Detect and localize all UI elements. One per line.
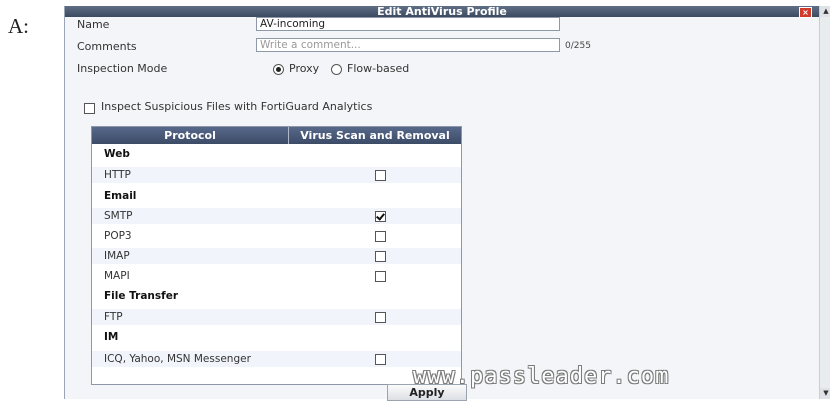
table-row: MAPI (92, 268, 461, 284)
protocol-label: HTTP (104, 169, 131, 181)
group-label: Email (104, 190, 137, 202)
edit-antivirus-profile-dialog: Edit AntiVirus Profile × ▲ ▼ Name AV-inc… (64, 6, 830, 401)
protocol-label: SMTP (104, 210, 133, 222)
group-label: Web (104, 148, 130, 160)
table-row-group: IM (92, 329, 461, 345)
table-row-group: Email (92, 188, 461, 204)
protocol-label: IMAP (104, 250, 130, 262)
table-row: HTTP (92, 167, 461, 183)
scroll-down-icon[interactable]: ▼ (820, 388, 830, 399)
protocol-label: FTP (104, 311, 123, 323)
inspection-mode-label: Inspection Mode (77, 62, 168, 75)
protocol-table: Protocol Virus Scan and Removal Web HTTP… (91, 126, 462, 385)
table-row: POP3 (92, 228, 461, 244)
table-row-group: File Transfer (92, 288, 461, 304)
comments-char-counter: 0/255 (565, 41, 591, 51)
name-label: Name (77, 18, 110, 31)
virus-scan-checkbox-http[interactable] (375, 170, 386, 181)
answer-prefix: A: (8, 14, 29, 38)
virus-scan-checkbox-pop3[interactable] (375, 231, 386, 242)
inspect-suspicious-checkbox[interactable] (84, 103, 95, 114)
protocol-label: POP3 (104, 230, 132, 242)
column-header-virus-scan: Virus Scan and Removal (300, 129, 450, 142)
name-input[interactable]: AV-incoming (256, 17, 560, 31)
virus-scan-checkbox-mapi[interactable] (375, 271, 386, 282)
close-icon[interactable]: × (799, 7, 812, 18)
inspection-proxy-label: Proxy (289, 62, 320, 75)
vertical-scrollbar[interactable]: ▲ ▼ (819, 6, 830, 399)
protocol-label: MAPI (104, 270, 130, 282)
inspect-suspicious-label: Inspect Suspicious Files with FortiGuard… (101, 100, 373, 113)
table-row-group: Web (92, 146, 461, 162)
comments-label: Comments (77, 40, 137, 53)
comments-input[interactable]: Write a comment... (256, 38, 560, 52)
column-header-protocol: Protocol (164, 129, 216, 142)
virus-scan-checkbox-im[interactable] (375, 354, 386, 365)
table-header: Protocol Virus Scan and Removal (92, 127, 461, 144)
virus-scan-checkbox-ftp[interactable] (375, 312, 386, 323)
group-label: File Transfer (104, 290, 179, 302)
virus-scan-checkbox-imap[interactable] (375, 251, 386, 262)
protocol-label: ICQ, Yahoo, MSN Messenger (104, 353, 251, 365)
group-label: IM (104, 331, 119, 343)
table-row: ICQ, Yahoo, MSN Messenger (92, 351, 461, 367)
virus-scan-checkbox-smtp[interactable] (375, 211, 386, 222)
inspection-flow-radio[interactable] (331, 64, 342, 75)
table-row: FTP (92, 309, 461, 325)
watermark: www.passleader.com (413, 364, 670, 389)
inspection-proxy-radio[interactable] (273, 64, 284, 75)
scroll-up-icon[interactable]: ▲ (820, 6, 830, 17)
inspection-flow-label: Flow-based (347, 62, 410, 75)
dialog-titlebar: Edit AntiVirus Profile × (65, 6, 819, 18)
table-row: SMTP (92, 208, 461, 224)
table-row: IMAP (92, 248, 461, 264)
